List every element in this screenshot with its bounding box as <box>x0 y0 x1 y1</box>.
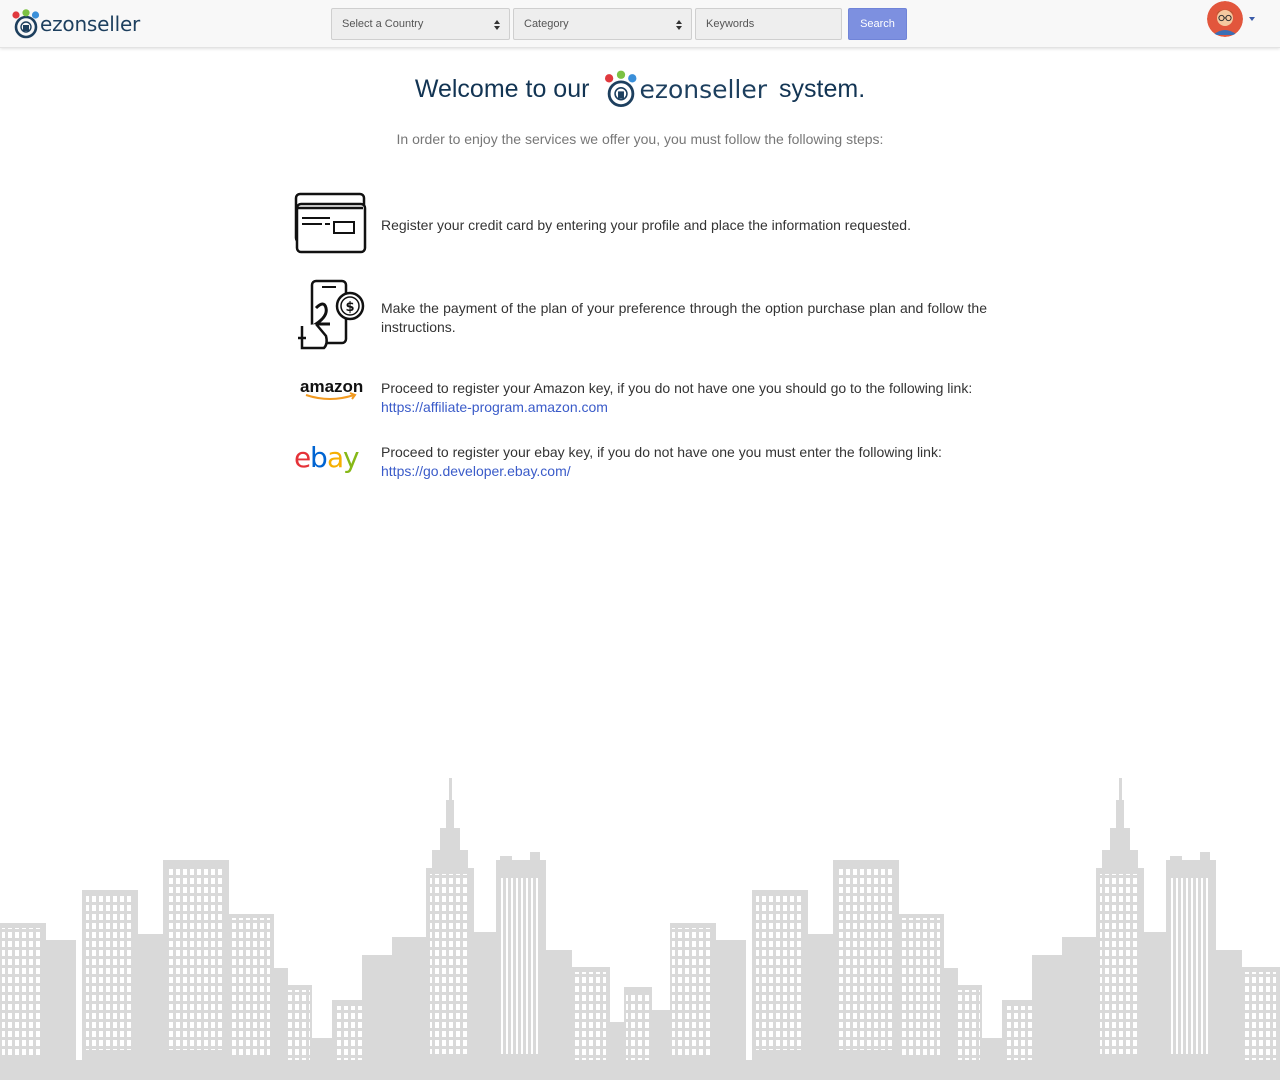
chevron-down-icon[interactable] <box>1249 17 1255 21</box>
ezonseller-logo[interactable]: ezonseller <box>11 9 140 39</box>
keywords-input[interactable]: Keywords <box>695 8 842 40</box>
step-text: Proceed to register your Amazon key, if … <box>381 380 973 396</box>
svg-text:y: y <box>343 443 359 473</box>
step-text: Make the payment of the plan of your pre… <box>381 300 987 335</box>
step-ebay: e b a y Proceed to register your ebay ke… <box>294 441 988 481</box>
welcome-prefix: Welcome to our <box>414 74 590 103</box>
search-bar: Select a Country Category Keywords Searc… <box>331 8 907 40</box>
country-select-value: Select a Country <box>342 18 424 30</box>
country-select[interactable]: Select a Country <box>331 8 510 40</box>
svg-text:$: $ <box>345 300 354 315</box>
step-amazon: amazon Proceed to register your Amazon k… <box>294 377 988 417</box>
ezonseller-logo-icon <box>12 9 40 39</box>
user-avatar[interactable] <box>1207 1 1243 37</box>
user-menu[interactable] <box>1207 1 1255 37</box>
ebay-logo: e b a y <box>294 441 361 474</box>
category-select[interactable]: Category <box>513 8 692 40</box>
credit-card-icon <box>294 192 367 253</box>
ezonseller-logo-icon <box>605 70 637 108</box>
select-arrows-icon <box>494 20 500 30</box>
step-credit-card: Register your credit card by entering yo… <box>294 192 988 256</box>
welcome-brand-logo: ezonseller <box>603 70 767 108</box>
amazon-affiliate-link[interactable]: https://affiliate-program.amazon.com <box>381 398 987 417</box>
step-text: Proceed to register your ebay key, if yo… <box>381 444 942 460</box>
select-arrows-icon <box>676 20 682 30</box>
search-button[interactable]: Search <box>848 8 907 40</box>
welcome-subtitle: In order to enjoy the services we offer … <box>396 131 884 147</box>
keywords-placeholder: Keywords <box>706 18 755 30</box>
svg-text:e: e <box>294 443 310 473</box>
mobile-payment-icon: $ <box>298 279 365 349</box>
category-select-value: Category <box>524 18 569 30</box>
logo-text: ezonseller <box>40 12 141 36</box>
svg-text:a: a <box>327 443 342 473</box>
welcome-brand-text: ezonseller <box>639 74 768 104</box>
amazon-logo: amazon <box>300 377 363 400</box>
step-payment: $ Make the payment of the plan of your p… <box>294 279 988 356</box>
svg-text:b: b <box>310 443 327 473</box>
ebay-developer-link[interactable]: https://go.developer.ebay.com/ <box>381 462 987 481</box>
city-skyline-illustration <box>0 778 1280 1080</box>
top-navbar: ezonseller Select a Country Category Key… <box>0 0 1280 48</box>
welcome-suffix: system. <box>779 74 866 103</box>
welcome-heading: Welcome to our ezonseller system. <box>0 70 1280 108</box>
step-text: Register your credit card by entering yo… <box>381 216 911 233</box>
